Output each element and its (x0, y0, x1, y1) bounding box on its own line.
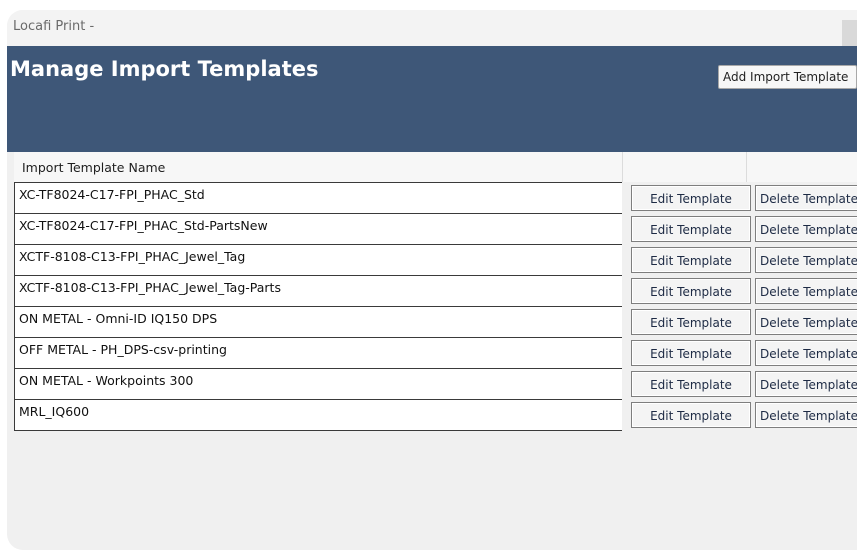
table-row: XC-TF8024-C17-FPI_PHAC_Std Edit Template… (14, 182, 857, 213)
app-window: Locafi Print - Manage Import Templates A… (7, 10, 857, 550)
edit-template-button[interactable]: Edit Template (631, 278, 751, 304)
table-row: OFF METAL - PH_DPS-csv-printing Edit Tem… (14, 337, 857, 368)
delete-template-button[interactable]: Delete Template (755, 247, 857, 273)
template-name: XCTF-8108-C13-FPI_PHAC_Jewel_Tag-Parts (19, 280, 281, 295)
template-name-cell[interactable]: ON METAL - Omni-ID IQ150 DPS (14, 306, 622, 337)
template-name-cell[interactable]: XC-TF8024-C17-FPI_PHAC_Std-PartsNew (14, 213, 622, 244)
table-row: MRL_IQ600 Edit Template Delete Template (14, 399, 857, 430)
template-name-cell[interactable]: XCTF-8108-C13-FPI_PHAC_Jewel_Tag-Parts (14, 275, 622, 306)
delete-template-button[interactable]: Delete Template (755, 371, 857, 397)
template-name: XCTF-8108-C13-FPI_PHAC_Jewel_Tag (19, 249, 246, 264)
template-name: XC-TF8024-C17-FPI_PHAC_Std-PartsNew (19, 218, 268, 233)
template-name-cell[interactable]: OFF METAL - PH_DPS-csv-printing (14, 337, 622, 368)
edit-template-button[interactable]: Edit Template (631, 185, 751, 211)
title-bar: Locafi Print - (7, 10, 857, 46)
column-header-delete (747, 152, 857, 182)
template-name: OFF METAL - PH_DPS-csv-printing (19, 342, 227, 357)
template-name: ON METAL - Workpoints 300 (19, 373, 194, 388)
delete-template-button[interactable]: Delete Template (755, 216, 857, 242)
delete-template-button[interactable]: Delete Template (755, 402, 857, 428)
template-name: ON METAL - Omni-ID IQ150 DPS (19, 311, 218, 326)
template-name-cell[interactable]: ON METAL - Workpoints 300 (14, 368, 622, 399)
table-row: ON METAL - Workpoints 300 Edit Template … (14, 368, 857, 399)
column-header-label: Import Template Name (22, 160, 166, 175)
template-name-cell[interactable]: XCTF-8108-C13-FPI_PHAC_Jewel_Tag (14, 244, 622, 275)
window-title: Locafi Print - (13, 19, 95, 34)
delete-template-button[interactable]: Delete Template (755, 278, 857, 304)
column-header-edit (623, 152, 747, 182)
edit-template-button[interactable]: Edit Template (631, 371, 751, 397)
table-row: XCTF-8108-C13-FPI_PHAC_Jewel_Tag-Parts E… (14, 275, 857, 306)
page-title: Manage Import Templates (10, 57, 319, 81)
window-control-button[interactable] (842, 20, 857, 46)
template-name: MRL_IQ600 (19, 404, 90, 419)
add-import-template-button[interactable]: Add Import Template (718, 65, 857, 89)
table-row: ON METAL - Omni-ID IQ150 DPS Edit Templa… (14, 306, 857, 337)
edit-template-button[interactable]: Edit Template (631, 247, 751, 273)
template-name: XC-TF8024-C17-FPI_PHAC_Std (19, 187, 205, 202)
grid-bottom-border (14, 430, 622, 431)
edit-template-button[interactable]: Edit Template (631, 216, 751, 242)
page-header: Manage Import Templates Add Import Templ… (7, 46, 857, 152)
edit-template-button[interactable]: Edit Template (631, 402, 751, 428)
template-name-cell[interactable]: XC-TF8024-C17-FPI_PHAC_Std (14, 182, 622, 213)
grid-header: Import Template Name (14, 152, 857, 182)
column-header-name[interactable]: Import Template Name (14, 152, 623, 182)
delete-template-button[interactable]: Delete Template (755, 340, 857, 366)
delete-template-button[interactable]: Delete Template (755, 185, 857, 211)
table-row: XC-TF8024-C17-FPI_PHAC_Std-PartsNew Edit… (14, 213, 857, 244)
template-name-cell[interactable]: MRL_IQ600 (14, 399, 622, 430)
edit-template-button[interactable]: Edit Template (631, 340, 751, 366)
delete-template-button[interactable]: Delete Template (755, 309, 857, 335)
table-row: XCTF-8108-C13-FPI_PHAC_Jewel_Tag Edit Te… (14, 244, 857, 275)
edit-template-button[interactable]: Edit Template (631, 309, 751, 335)
